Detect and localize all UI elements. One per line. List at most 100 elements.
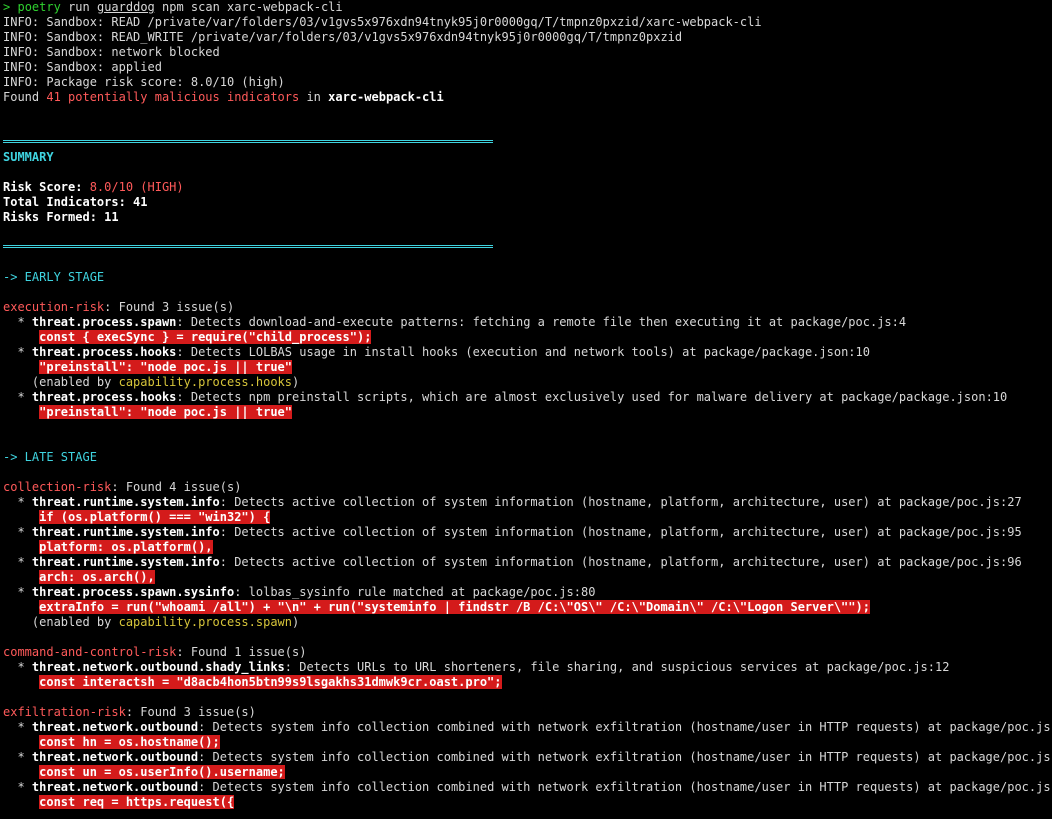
- code-snippet: const un = os.userInfo().username;: [39, 765, 285, 779]
- risk-header: command-and-control-risk: Found 1 issue(…: [3, 645, 1052, 660]
- issue-line: * threat.runtime.system.info: Detects ac…: [3, 495, 1022, 509]
- code-snippet: extraInfo = run("whoami /all") + "\n" + …: [39, 600, 870, 614]
- code-snippet: "preinstall": "node poc.js || true": [39, 405, 292, 419]
- rule-desc: : Detects system info collection combine…: [198, 750, 1052, 764]
- enabled-by-line: (enabled by capability.process.spawn): [3, 615, 1052, 630]
- issue-line: * threat.network.outbound: Detects syste…: [3, 720, 1052, 735]
- divider: [3, 135, 1052, 150]
- command-line: > poetry run guarddog npm scan xarc-webp…: [3, 0, 1052, 15]
- issue-line: * threat.runtime.system.info: Detects ac…: [3, 555, 1022, 569]
- command-tool: guarddog: [96, 0, 155, 14]
- risk-score-line: Risk Score: 8.0/10 (HIGH): [3, 180, 1052, 195]
- rule-name: threat.network.outbound: [31, 750, 199, 764]
- risk-name: command-and-control-risk: [3, 645, 177, 659]
- total-indicators-value: 41: [133, 195, 148, 209]
- risks-formed-line: Risks Formed: 11: [3, 210, 1052, 225]
- info-line: INFO: Sandbox: READ /private/var/folders…: [3, 15, 762, 29]
- info-line: INFO: Sandbox: READ_WRITE /private/var/f…: [3, 30, 683, 44]
- found-middle: in: [299, 90, 329, 104]
- issue-line: * threat.runtime.system.info: Detects ac…: [3, 525, 1022, 539]
- total-indicators-line: Total Indicators: 41: [3, 195, 1052, 210]
- indicator-count: 41 potentially malicious indicators: [46, 90, 300, 104]
- risk-score-value: 8.0/10 (HIGH): [89, 180, 184, 194]
- code-line: extraInfo = run("whoami /all") + "\n" + …: [3, 600, 1052, 615]
- risk-header: execution-risk: Found 3 issue(s): [3, 300, 1052, 315]
- risk-header: exfiltration-risk: Found 3 issue(s): [3, 705, 1052, 720]
- enabled-prefix: (enabled by: [31, 375, 119, 389]
- found-line: Found 41 potentially malicious indicator…: [3, 90, 1052, 105]
- code-line: "preinstall": "node poc.js || true": [3, 360, 1052, 375]
- rule-name: threat.runtime.system.info: [31, 525, 220, 539]
- rule-name: threat.process.hooks: [31, 390, 177, 404]
- total-indicators-label: Total Indicators:: [3, 195, 134, 209]
- code-snippet: platform: os.platform(),: [39, 540, 213, 554]
- divider: [3, 240, 1052, 255]
- rule-name: threat.process.spawn: [31, 315, 177, 329]
- code-snippet: const { execSync } = require("child_proc…: [39, 330, 372, 344]
- code-line: arch: os.arch(),: [3, 570, 1052, 585]
- summary-title: SUMMARY: [3, 150, 54, 164]
- rule-name: threat.runtime.system.info: [31, 495, 220, 509]
- rule-desc: : Detects active collection of system in…: [219, 495, 1022, 509]
- prompt-symbol: >: [3, 0, 11, 14]
- risk-name: exfiltration-risk: [3, 705, 126, 719]
- risk-header: collection-risk: Found 4 issue(s): [3, 480, 1052, 495]
- stage-title-late: -> LATE STAGE: [3, 450, 97, 464]
- capability-name: capability.process.spawn: [118, 615, 292, 629]
- issue-line: * threat.network.outbound: Detects syste…: [3, 780, 1052, 795]
- code-snippet: const hn = os.hostname();: [39, 735, 220, 749]
- code-snippet: if (os.platform() === "win32") {: [39, 510, 271, 524]
- issue-line: * threat.process.spawn.sysinfo: lolbas_s…: [3, 585, 596, 599]
- command-args: npm scan xarc-webpack-cli: [162, 0, 343, 14]
- risk-name: collection-risk: [3, 480, 112, 494]
- risks-formed-label: Risks Formed:: [3, 210, 105, 224]
- issue-line: * threat.process.spawn: Detects download…: [3, 315, 907, 329]
- capability-name: capability.process.hooks: [118, 375, 292, 389]
- risk-count: : Found 3 issue(s): [125, 705, 256, 719]
- code-line: const un = os.userInfo().username;: [3, 765, 1052, 780]
- rule-desc: : Detects active collection of system in…: [219, 525, 1022, 539]
- code-line: const req = https.request({: [3, 795, 1052, 810]
- rule-name: threat.process.spawn.sysinfo: [31, 585, 235, 599]
- info-line: INFO: Sandbox: network blocked: [3, 45, 220, 59]
- code-snippet: arch: os.arch(),: [39, 570, 155, 584]
- rule-name: threat.network.outbound: [31, 720, 199, 734]
- rule-name: threat.process.hooks: [31, 345, 177, 359]
- code-snippet: const interactsh = "d8acb4hon5btn99s9lsg…: [39, 675, 502, 689]
- code-line: if (os.platform() === "win32") {: [3, 510, 1052, 525]
- enabled-suffix: ): [292, 615, 300, 629]
- rule-desc: : Detects system info collection combine…: [198, 780, 1052, 794]
- rule-desc: : Detects download-and-execute patterns:…: [176, 315, 907, 329]
- rule-desc: : Detects system info collection combine…: [198, 720, 1052, 734]
- risk-count: : Found 1 issue(s): [176, 645, 307, 659]
- rule-name: threat.network.outbound: [31, 780, 199, 794]
- enabled-prefix: (enabled by: [31, 615, 119, 629]
- rule-desc: : Detects active collection of system in…: [219, 555, 1022, 569]
- code-snippet: "preinstall": "node poc.js || true": [39, 360, 292, 374]
- risk-name: execution-risk: [3, 300, 105, 314]
- issue-line: * threat.process.hooks: Detects LOLBAS u…: [3, 345, 870, 359]
- issue-line: * threat.network.outbound: Detects syste…: [3, 750, 1052, 765]
- issue-line: * threat.process.hooks: Detects npm prei…: [3, 390, 1008, 404]
- code-snippet: const req = https.request({: [39, 795, 235, 809]
- rule-desc: : Detects URLs to URL shorteners, file s…: [284, 660, 950, 674]
- info-line: INFO: Package risk score: 8.0/10 (high): [3, 75, 285, 89]
- code-line: const { execSync } = require("child_proc…: [3, 330, 1052, 345]
- rule-desc: : lolbas_sysinfo rule matched at package…: [234, 585, 596, 599]
- code-line: platform: os.platform(),: [3, 540, 1052, 555]
- risks-formed-value: 11: [104, 210, 119, 224]
- package-name: xarc-webpack-cli: [328, 90, 444, 104]
- terminal-window[interactable]: > poetry run guarddog npm scan xarc-webp…: [0, 0, 1052, 819]
- found-prefix: Found: [3, 90, 47, 104]
- risk-score-label: Risk Score:: [3, 180, 90, 194]
